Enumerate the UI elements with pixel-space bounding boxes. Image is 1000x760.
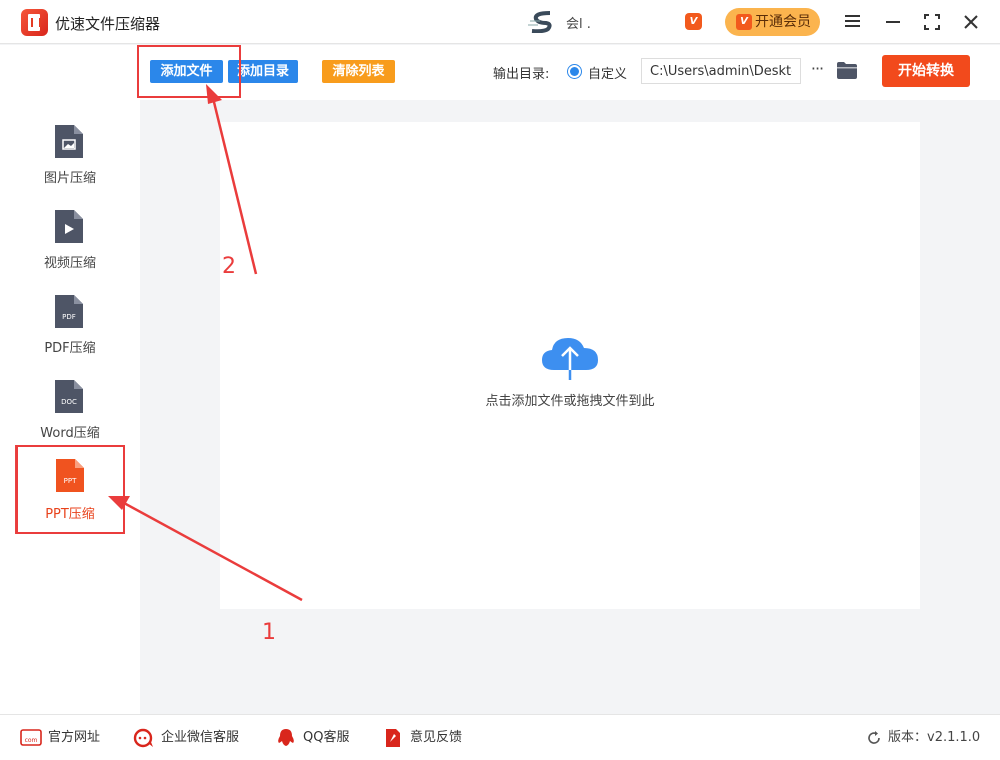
footer: com 官方网址 企业微信客服 QQ客服 意见反馈 版本：v2.1.1.0 bbox=[0, 714, 1000, 760]
sidebar-item-video-compress[interactable]: 视频压缩 bbox=[17, 200, 123, 285]
video-file-icon bbox=[55, 210, 83, 243]
annotation-box-add-file bbox=[137, 45, 241, 98]
drop-hint-text: 点击添加文件或拖拽文件到此 bbox=[485, 394, 655, 409]
annotation-box-ppt bbox=[16, 445, 125, 534]
maximize-icon bbox=[924, 14, 940, 30]
sidebar-item-image-compress[interactable]: 图片压缩 bbox=[17, 115, 123, 200]
sidebar: 图片压缩 视频压缩 PDF PDF压缩 DOC Word压缩 PPT PPT压缩 bbox=[0, 45, 140, 714]
doc-file-icon: DOC bbox=[55, 380, 83, 413]
pdf-file-icon: PDF bbox=[55, 295, 83, 328]
close-button[interactable] bbox=[958, 9, 984, 35]
maximize-button[interactable] bbox=[919, 9, 945, 35]
refresh-icon bbox=[868, 731, 880, 744]
file-drop-zone[interactable]: 点击添加文件或拖拽文件到此 bbox=[220, 122, 920, 609]
menu-button[interactable] bbox=[840, 9, 866, 35]
title-bar: 优速文件压缩器 会l . V V 开通会员 bbox=[0, 0, 1000, 44]
cloud-upload-icon bbox=[542, 338, 598, 380]
output-path-input[interactable] bbox=[641, 58, 801, 84]
sidebar-item-label: 视频压缩 bbox=[43, 256, 96, 271]
sidebar-item-label: PDF压缩 bbox=[44, 341, 96, 356]
website-icon: com bbox=[20, 729, 42, 746]
browse-more-button[interactable]: ··· bbox=[807, 58, 827, 84]
sidebar-item-word-compress[interactable]: DOC Word压缩 bbox=[17, 370, 123, 455]
user-logo-icon bbox=[528, 11, 552, 33]
start-convert-button[interactable]: 开始转换 bbox=[882, 55, 970, 87]
open-folder-icon[interactable] bbox=[836, 61, 858, 80]
qq-label: QQ客服 bbox=[303, 730, 350, 745]
feedback-label: 意见反馈 bbox=[410, 730, 463, 745]
app-title: 优速文件压缩器 bbox=[55, 15, 161, 33]
official-website-link[interactable]: com 官方网址 bbox=[20, 728, 100, 748]
sidebar-item-label: Word压缩 bbox=[40, 426, 100, 441]
version-label: 版本：v2.1.1.0 bbox=[888, 730, 981, 745]
doc-badge-text: DOC bbox=[61, 398, 77, 406]
menu-icon bbox=[845, 15, 860, 27]
qq-icon bbox=[278, 729, 294, 746]
vip-badge-icon[interactable]: V bbox=[685, 13, 702, 30]
open-vip-button[interactable]: V 开通会员 bbox=[725, 8, 820, 36]
feedback-icon bbox=[386, 729, 400, 747]
custom-output-label[interactable]: 自定义 bbox=[588, 63, 627, 82]
clear-list-button[interactable]: 清除列表 bbox=[322, 60, 395, 83]
annotation-step-1: 1 bbox=[262, 620, 276, 645]
custom-output-radio[interactable] bbox=[567, 64, 582, 79]
qq-service-link[interactable]: QQ客服 bbox=[275, 728, 349, 748]
website-label: 官方网址 bbox=[48, 730, 101, 745]
open-vip-label: 开通会员 bbox=[755, 14, 811, 30]
pdf-badge-text: PDF bbox=[62, 313, 76, 321]
toolbar: 添加文件 添加目录 清除列表 输出目录: 自定义 ··· 开始转换 bbox=[140, 45, 1000, 100]
vip-icon: V bbox=[736, 14, 752, 30]
sidebar-item-label: 图片压缩 bbox=[43, 171, 96, 186]
user-name[interactable]: 会l . bbox=[566, 13, 591, 32]
minimize-icon bbox=[886, 21, 900, 23]
feedback-link[interactable]: 意见反馈 bbox=[382, 728, 462, 748]
app-logo-icon bbox=[21, 9, 48, 36]
output-dir-label: 输出目录: bbox=[493, 67, 550, 82]
image-file-icon bbox=[55, 125, 83, 158]
minimize-button[interactable] bbox=[880, 9, 906, 35]
annotation-step-2: 2 bbox=[222, 254, 236, 279]
version-info[interactable]: 版本：v2.1.1.0 bbox=[866, 728, 980, 748]
close-icon bbox=[964, 15, 978, 29]
wechat-label: 企业微信客服 bbox=[161, 730, 240, 745]
wechat-service-link[interactable]: 企业微信客服 bbox=[133, 728, 239, 748]
website-icon-text: com bbox=[25, 737, 38, 744]
wechat-icon bbox=[133, 728, 153, 748]
sidebar-item-pdf-compress[interactable]: PDF PDF压缩 bbox=[17, 285, 123, 370]
